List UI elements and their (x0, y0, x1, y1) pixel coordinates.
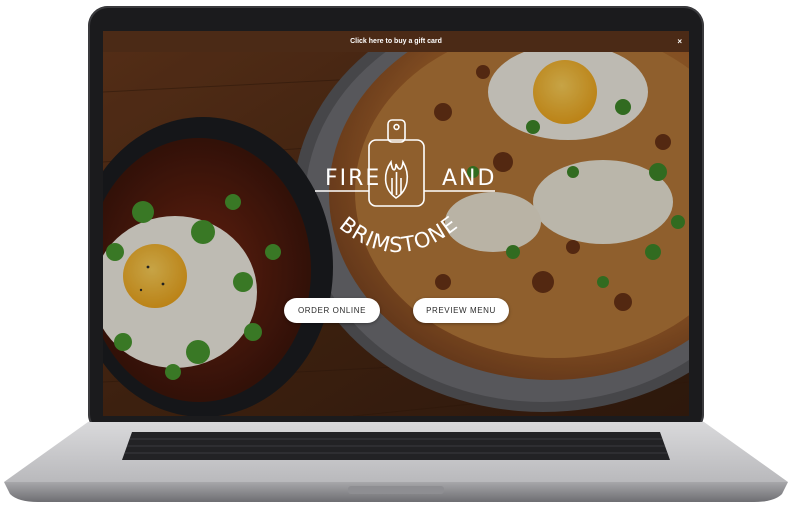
logo-word-and: AND (442, 166, 496, 191)
keyboard (122, 432, 670, 460)
preview-menu-button[interactable]: PREVIEW MENU (413, 298, 509, 323)
gift-card-banner-text[interactable]: Click here to buy a gift card (350, 38, 442, 45)
gift-card-banner[interactable]: Click here to buy a gift card × (103, 31, 689, 52)
website-screen: Click here to buy a gift card × FIRE AND… (103, 31, 689, 416)
order-online-button[interactable]: ORDER ONLINE (284, 298, 380, 323)
logo-word-fire: FIRE (325, 166, 381, 191)
laptop-base (4, 422, 788, 502)
hero-section: FIRE AND BRIMSTONE ORDER ONLINE PREVIEW … (103, 52, 689, 416)
close-icon[interactable]: × (677, 31, 682, 52)
hero-food-photo: FIRE AND BRIMSTONE (103, 52, 689, 416)
